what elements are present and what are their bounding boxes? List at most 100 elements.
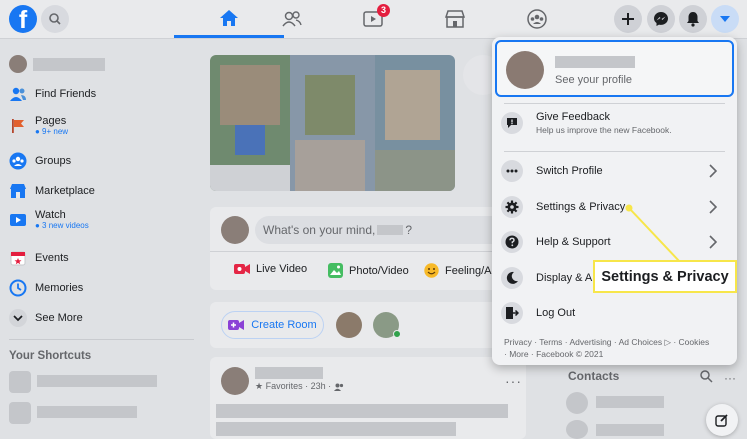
post-author-name-pixelated[interactable] bbox=[255, 367, 323, 379]
home-icon bbox=[220, 9, 238, 26]
notifications-button[interactable] bbox=[679, 5, 707, 33]
settings-privacy-item[interactable]: Settings & Privacy bbox=[501, 193, 729, 221]
stories-image-pixelated[interactable] bbox=[210, 55, 455, 191]
contacts-options[interactable]: ··· bbox=[724, 371, 736, 385]
see-profile-item[interactable]: See your profile bbox=[495, 40, 734, 97]
watch-notification-badge: 3 bbox=[377, 4, 390, 17]
help-support-label: Help & Support bbox=[536, 236, 611, 248]
groups-icon bbox=[9, 152, 27, 170]
post-meta: ★ Favorites · 23h · bbox=[255, 381, 344, 392]
create-room-button[interactable]: Create Room bbox=[221, 311, 324, 339]
menu-divider bbox=[504, 103, 725, 104]
sidebar-item-subtext: ● 9+ new bbox=[35, 127, 69, 136]
user-avatar[interactable] bbox=[9, 55, 27, 73]
groups-icon bbox=[527, 9, 547, 29]
sidebar-item-label: Memories bbox=[35, 282, 84, 294]
post-more-options[interactable]: ··· bbox=[505, 373, 522, 389]
post-meta-text: ★ Favorites · 23h · bbox=[255, 381, 332, 391]
room-contact-avatar[interactable] bbox=[336, 312, 362, 338]
emoji-icon bbox=[424, 263, 439, 278]
photo-video-button[interactable]: Photo/Video bbox=[328, 263, 409, 278]
chevron-right-icon bbox=[709, 164, 717, 178]
contact-name-pixelated[interactable] bbox=[596, 396, 664, 408]
sidebar-item-find-friends[interactable]: Find Friends bbox=[9, 82, 96, 106]
search-icon bbox=[49, 13, 61, 25]
composer-input[interactable]: What's on your mind, ? bbox=[255, 216, 506, 244]
callout-label: Settings & Privacy bbox=[601, 268, 729, 285]
more-dots-icon bbox=[501, 160, 523, 182]
feeling-activity-label: Feeling/Ac bbox=[445, 264, 497, 277]
shortcut-thumbnail[interactable] bbox=[9, 371, 31, 393]
create-room-label: Create Room bbox=[251, 319, 317, 331]
give-feedback-item[interactable]: Give Feedback Help us improve the new Fa… bbox=[501, 109, 729, 147]
create-button[interactable] bbox=[614, 5, 642, 33]
facebook-logo[interactable]: f bbox=[9, 5, 37, 34]
sidebar-item-label: Find Friends bbox=[35, 88, 97, 100]
sidebar-item-label: Events bbox=[35, 252, 69, 264]
bell-icon bbox=[687, 12, 699, 27]
sidebar-item-label: Marketplace bbox=[35, 185, 95, 197]
calendar-icon bbox=[9, 249, 27, 267]
photo-icon bbox=[328, 263, 343, 278]
switch-profile-item[interactable]: Switch Profile bbox=[501, 157, 729, 185]
watch-icon bbox=[9, 211, 27, 229]
sidebar-item-groups[interactable]: Groups bbox=[9, 149, 71, 173]
caret-down-icon bbox=[720, 16, 730, 22]
messenger-button[interactable] bbox=[647, 5, 675, 33]
moon-icon bbox=[501, 267, 523, 289]
sidebar-item-subtext: ● 3 new videos bbox=[35, 221, 89, 230]
sidebar-item-label: See More bbox=[35, 312, 83, 324]
sidebar-item-memories[interactable]: Memories bbox=[9, 276, 83, 300]
sidebar-item-watch[interactable]: Watch ● 3 new videos bbox=[9, 206, 89, 234]
chevron-right-icon bbox=[709, 235, 717, 249]
menu-footer-links: Privacy · Terms · Advertising · Ad Choic… bbox=[504, 336, 730, 360]
sidebar-item-label: Watch bbox=[35, 209, 66, 221]
sidebar-item-marketplace[interactable]: Marketplace bbox=[9, 179, 95, 203]
callout-pointer-line bbox=[625, 204, 681, 263]
post-author-avatar[interactable] bbox=[221, 367, 249, 395]
composer-divider bbox=[210, 251, 506, 252]
sidebar-item-events[interactable]: Events bbox=[9, 246, 69, 270]
composer-avatar[interactable] bbox=[221, 216, 249, 244]
shortcut-name-pixelated[interactable] bbox=[37, 375, 157, 387]
shortcut-name-pixelated[interactable] bbox=[37, 406, 137, 418]
contacts-search[interactable] bbox=[699, 369, 713, 388]
sidebar-item-see-more[interactable]: See More bbox=[9, 306, 83, 330]
logout-icon bbox=[501, 302, 523, 324]
search-button[interactable] bbox=[41, 5, 69, 33]
contact-name-pixelated[interactable] bbox=[596, 424, 664, 436]
switch-profile-label: Switch Profile bbox=[536, 165, 603, 177]
photo-video-label: Photo/Video bbox=[349, 264, 409, 277]
feeling-activity-button[interactable]: Feeling/Ac bbox=[424, 263, 497, 278]
footer-links-line-1[interactable]: Privacy · Terms · Advertising · Ad Choic… bbox=[504, 336, 730, 348]
chevron-right-icon bbox=[709, 200, 717, 214]
video-plus-icon bbox=[228, 320, 245, 330]
messenger-icon bbox=[654, 12, 668, 26]
composer-placeholder: What's on your mind, bbox=[263, 223, 376, 237]
clock-icon bbox=[9, 279, 27, 297]
new-message-button[interactable] bbox=[706, 404, 738, 436]
help-icon bbox=[501, 231, 523, 253]
sidebar-item-label: Groups bbox=[35, 155, 72, 167]
shortcut-thumbnail[interactable] bbox=[9, 402, 31, 424]
log-out-label: Log Out bbox=[536, 307, 576, 319]
live-video-button[interactable]: Live Video bbox=[234, 263, 307, 275]
give-feedback-label: Give Feedback bbox=[536, 111, 610, 123]
marketplace-icon bbox=[445, 10, 465, 28]
user-name-pixelated[interactable] bbox=[33, 58, 105, 71]
contact-avatar[interactable] bbox=[566, 420, 588, 439]
account-dropdown-menu: See your profile Give Feedback Help us i… bbox=[492, 37, 737, 365]
marketplace-icon bbox=[9, 182, 27, 200]
help-support-item[interactable]: Help & Support bbox=[501, 228, 729, 256]
online-indicator bbox=[393, 330, 401, 338]
tab-groups[interactable] bbox=[482, 0, 592, 38]
footer-links-line-2[interactable]: · More · Facebook © 2021 bbox=[504, 348, 730, 360]
account-menu-button[interactable] bbox=[711, 5, 739, 33]
sidebar-item-pages[interactable]: Pages ● 9+ new bbox=[9, 112, 68, 140]
composer-user-name-pixelated bbox=[377, 225, 404, 235]
post-text-pixelated bbox=[216, 422, 456, 436]
profile-avatar bbox=[506, 51, 544, 89]
log-out-item[interactable]: Log Out bbox=[501, 299, 729, 327]
search-icon bbox=[700, 370, 713, 383]
contact-avatar[interactable] bbox=[566, 392, 588, 414]
